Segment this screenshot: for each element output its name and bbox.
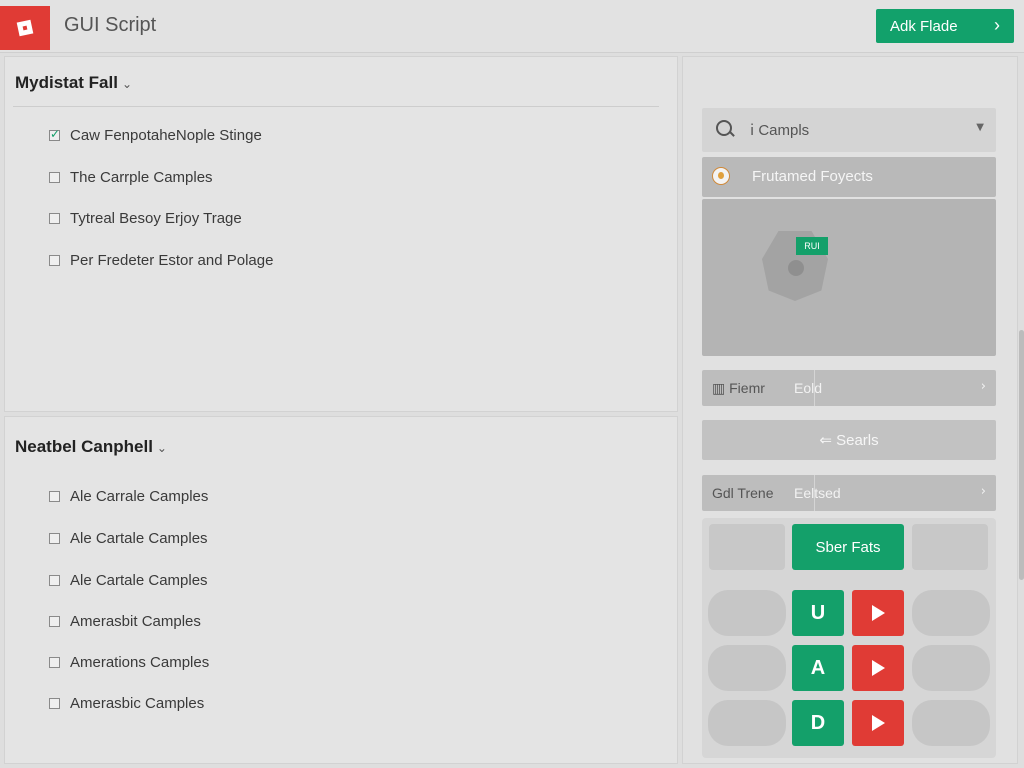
center-dot bbox=[788, 260, 804, 276]
pill-slot[interactable] bbox=[912, 645, 990, 691]
section-panel-1: Mydistat Fall⌄ Caw FenpotaheNople Stinge… bbox=[4, 56, 678, 412]
chevron-down-icon: ⌄ bbox=[156, 441, 167, 455]
checkbox-item[interactable]: Tytreal Besoy Erjoy Trage bbox=[49, 210, 242, 227]
checkbox-item[interactable]: Amerations Camples bbox=[49, 654, 209, 671]
checkbox-icon[interactable] bbox=[49, 698, 60, 709]
checkbox-label: The Carrple Camples bbox=[70, 169, 213, 186]
checkbox-item[interactable]: Ale Cartale Camples bbox=[49, 572, 208, 589]
play-icon bbox=[871, 715, 885, 731]
pill-slot[interactable] bbox=[708, 645, 786, 691]
chevron-down-icon: ⌄ bbox=[121, 77, 133, 91]
window-title: GUI Script bbox=[64, 14, 157, 36]
search-value: ⅰ Campls bbox=[750, 122, 810, 139]
checkbox-item[interactable]: Amerasbit Camples bbox=[49, 613, 201, 630]
chevron-right-icon: › bbox=[994, 15, 1000, 35]
preview-tag: RUI bbox=[796, 237, 828, 255]
play-button[interactable] bbox=[852, 700, 904, 746]
sheet-button[interactable]: Sber Fats bbox=[792, 524, 904, 570]
title-bar: GUI Script Adk Flade › bbox=[0, 0, 1024, 53]
field-selector-2[interactable]: Gdl Trene Eeltsed › bbox=[702, 475, 996, 511]
checkbox-label: Amerasbit Camples bbox=[70, 613, 201, 630]
checkbox-icon[interactable] bbox=[49, 533, 60, 544]
checkbox-label: Ale Cartale Camples bbox=[70, 572, 208, 589]
field-value: Eeltsed bbox=[794, 485, 841, 501]
search-button[interactable]: ⇐ Searls bbox=[702, 420, 996, 460]
top-action-label: Adk Flade bbox=[890, 17, 958, 35]
checkbox-label: Per Fredeter Estor and Polage bbox=[70, 252, 274, 269]
play-icon bbox=[871, 605, 885, 621]
section-title-2[interactable]: Neatbel Canphell ⌄ bbox=[15, 437, 167, 457]
pill-slot[interactable] bbox=[708, 700, 786, 746]
search-icon bbox=[716, 120, 732, 136]
section-title-1[interactable]: Mydistat Fall ⌄ bbox=[15, 73, 132, 93]
checkbox-icon[interactable] bbox=[49, 172, 60, 183]
checkbox-icon[interactable] bbox=[49, 491, 60, 502]
pill-slot[interactable] bbox=[912, 700, 990, 746]
empty-slot[interactable] bbox=[709, 524, 785, 570]
search-dropdown[interactable]: ⅰ Campls ▼ bbox=[702, 108, 996, 152]
featured-label: Frutamed Foyects bbox=[752, 168, 873, 185]
chevron-right-icon: › bbox=[980, 484, 986, 499]
key-d-button[interactable]: D bbox=[792, 700, 844, 746]
divider bbox=[13, 106, 659, 107]
checkbox-item[interactable]: Ale Carrale Camples bbox=[49, 488, 208, 505]
section-panel-2: Neatbel Canphell ⌄ Ale Carrale Camples Al… bbox=[4, 416, 678, 764]
checkbox-icon[interactable] bbox=[49, 255, 60, 266]
app-logo-icon bbox=[0, 6, 50, 50]
checkbox-item[interactable]: Amerasbic Camples bbox=[49, 695, 204, 712]
chevron-down-icon: ▼ bbox=[976, 122, 984, 133]
checkbox-icon[interactable] bbox=[49, 213, 60, 224]
play-button[interactable] bbox=[852, 590, 904, 636]
empty-slot[interactable] bbox=[912, 524, 988, 570]
preview-area: RUI bbox=[702, 199, 996, 356]
checkbox-item[interactable]: Per Fredeter Estor and Polage bbox=[49, 252, 273, 269]
section-title-text: Mydistat Fall bbox=[15, 73, 118, 92]
checkbox-item[interactable]: Ale Cartale Camples bbox=[49, 530, 208, 547]
checkbox-icon[interactable] bbox=[49, 657, 60, 668]
featured-header[interactable]: Frutamed Foyects bbox=[702, 157, 996, 197]
checkbox-checked-icon[interactable] bbox=[49, 127, 60, 141]
checkbox-label: Amerations Camples bbox=[70, 654, 210, 671]
field-selector-1[interactable]: ▥ Fiemr Eold › bbox=[702, 370, 996, 406]
play-button[interactable] bbox=[852, 645, 904, 691]
checkbox-icon[interactable] bbox=[49, 575, 60, 586]
chevron-right-icon: › bbox=[980, 379, 986, 394]
scrollbar[interactable] bbox=[1019, 330, 1024, 580]
field-label: Gdl Trene bbox=[712, 485, 774, 501]
key-u-button[interactable]: U bbox=[792, 590, 844, 636]
checkbox-label: Amerasbic Camples bbox=[70, 695, 205, 712]
pill-slot[interactable] bbox=[912, 590, 990, 636]
section-title-text: Neatbel Canphell bbox=[15, 437, 153, 456]
field-value: Eold bbox=[794, 380, 823, 396]
checkbox-label: Caw FenpotaheNople Stinge bbox=[70, 127, 262, 144]
checkbox-icon[interactable] bbox=[49, 616, 60, 627]
checkbox-item[interactable]: Caw FenpotaheNople Stinge bbox=[49, 127, 262, 144]
key-a-button[interactable]: A bbox=[792, 645, 844, 691]
pill-slot[interactable] bbox=[708, 590, 786, 636]
checkbox-label: Tytreal Besoy Erjoy Trage bbox=[70, 210, 242, 227]
checkbox-label: Ale Carrale Camples bbox=[70, 488, 209, 505]
checkbox-label: Ale Cartale Camples bbox=[70, 530, 208, 547]
top-action-button[interactable]: Adk Flade › bbox=[876, 9, 1014, 43]
play-icon bbox=[871, 660, 885, 676]
field-label: ▥ Fiemr bbox=[712, 380, 765, 396]
checkbox-item[interactable]: The Carrple Camples bbox=[49, 169, 213, 186]
emblem-icon bbox=[712, 167, 730, 185]
